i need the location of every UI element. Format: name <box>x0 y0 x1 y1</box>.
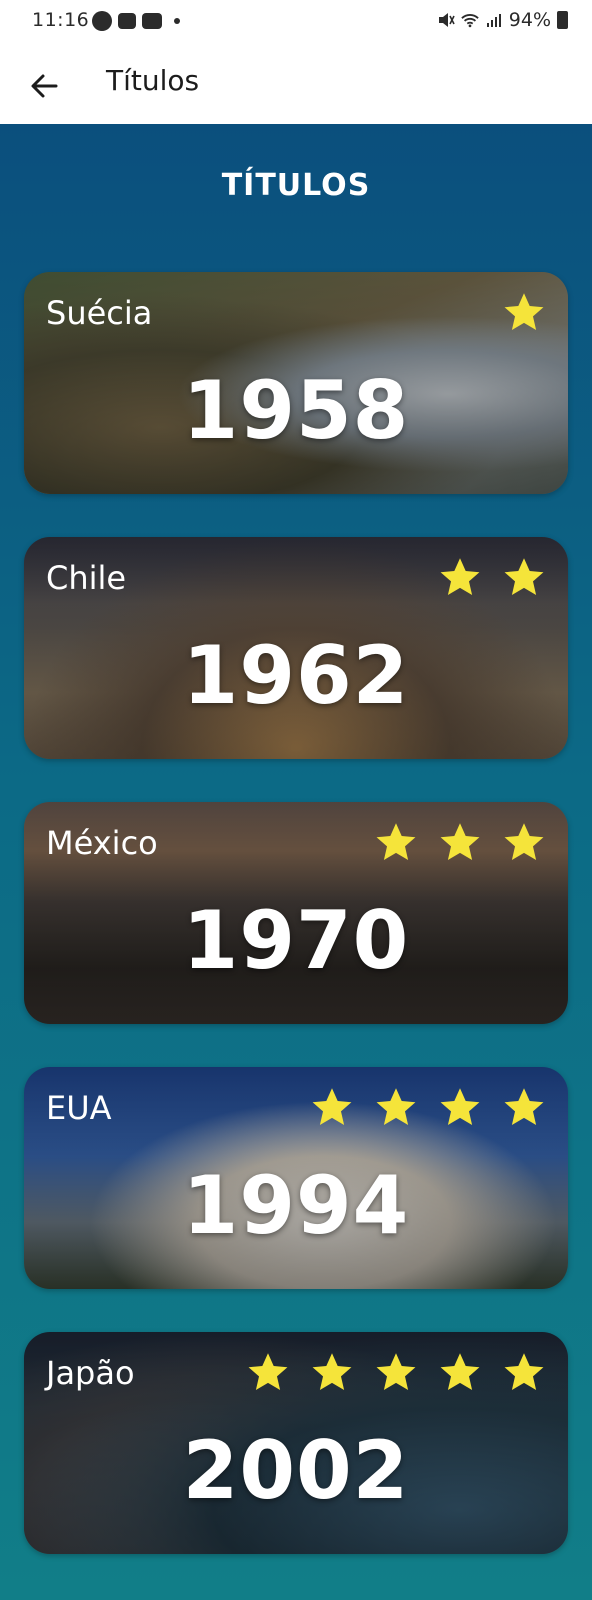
title-card-japao[interactable]: Japão 2002 <box>24 1332 568 1554</box>
star-icon <box>504 823 544 860</box>
card-year: 1962 <box>182 629 410 722</box>
card-country: EUA <box>46 1089 112 1127</box>
star-icon <box>248 1353 288 1390</box>
star-icon <box>504 293 544 330</box>
card-year: 1970 <box>182 894 410 987</box>
card-year: 1994 <box>182 1159 410 1252</box>
card-country: México <box>46 824 158 862</box>
title-card-suecia[interactable]: Suécia 1958 <box>24 272 568 494</box>
title-card-mexico[interactable]: México 1970 <box>24 802 568 1024</box>
titles-content: TÍTULOS Suécia 1958 Chile 1962 México 19… <box>0 124 592 1600</box>
card-country: Japão <box>46 1354 135 1392</box>
app-notification-icon <box>92 11 112 31</box>
star-icon <box>504 558 544 595</box>
app-bar-title: Títulos <box>106 64 200 97</box>
status-notification-icons <box>92 11 180 31</box>
wifi-icon <box>461 14 479 28</box>
section-title: TÍTULOS <box>221 168 371 203</box>
status-system-icons: 94% <box>437 9 568 31</box>
card-country: Chile <box>46 559 127 597</box>
star-icon <box>312 1088 352 1125</box>
star-icon <box>312 1353 352 1390</box>
back-button[interactable] <box>24 66 64 106</box>
battery-icon <box>557 11 568 29</box>
stars-row <box>246 1350 546 1394</box>
youtube-icon <box>142 13 162 29</box>
stars-row <box>310 1085 546 1129</box>
card-year: 2002 <box>182 1424 410 1517</box>
star-icon <box>440 558 480 595</box>
message-icon <box>118 13 136 29</box>
star-icon <box>440 823 480 860</box>
star-icon <box>440 1088 480 1125</box>
signal-icon <box>486 14 501 27</box>
card-year: 1958 <box>182 364 410 457</box>
mute-icon <box>438 13 455 27</box>
status-time: 11:16 <box>32 9 90 31</box>
star-icon <box>440 1353 480 1390</box>
more-notifications-dot-icon <box>174 18 180 24</box>
app-bar: Títulos <box>0 46 592 124</box>
stars-row <box>438 555 546 599</box>
star-icon <box>376 823 416 860</box>
star-icon <box>504 1353 544 1390</box>
arrow-left-icon <box>31 74 58 98</box>
battery-percentage: 94% <box>508 9 551 31</box>
title-card-eua[interactable]: EUA 1994 <box>24 1067 568 1289</box>
status-bar: 11:16 94% <box>0 0 592 46</box>
star-icon <box>376 1088 416 1125</box>
stars-row <box>502 290 546 334</box>
title-card-chile[interactable]: Chile 1962 <box>24 537 568 759</box>
star-icon <box>376 1353 416 1390</box>
star-icon <box>504 1088 544 1125</box>
card-country: Suécia <box>46 294 153 332</box>
stars-row <box>374 820 546 864</box>
